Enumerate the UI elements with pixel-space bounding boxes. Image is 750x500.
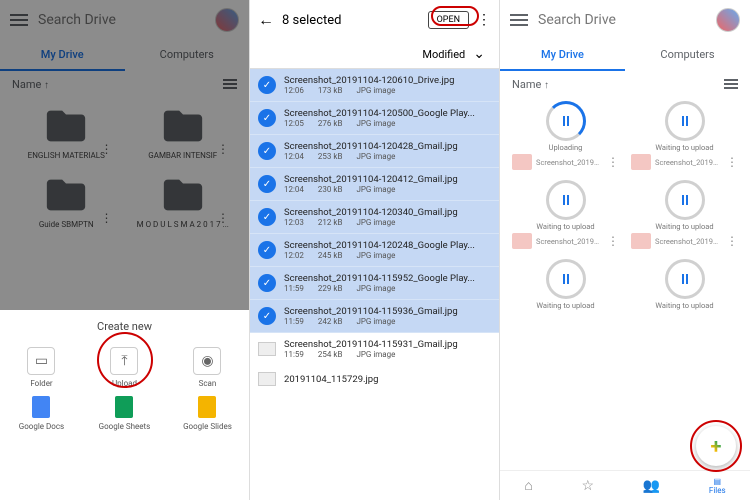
progress-ring <box>665 101 705 141</box>
nav-files-button[interactable]: ▤Files <box>709 477 726 495</box>
file-list: ✓ Screenshot_20191104-120610_Drive.jpg 1… <box>250 69 499 333</box>
more-icon: ⋮ <box>101 142 113 156</box>
file-row[interactable]: Screenshot_20191104-115931_Gmail.jpg 11:… <box>250 333 499 366</box>
file-row[interactable]: ✓ Screenshot_20191104-120412_Gmail.jpg 1… <box>250 168 499 201</box>
tab-my-drive[interactable]: My Drive <box>500 40 625 71</box>
upload-item[interactable]: Waiting to upload Screenshot_20191104-1.… <box>506 176 625 255</box>
search-input[interactable]: Search Drive <box>38 12 205 28</box>
create-docs-button[interactable]: Google Docs <box>0 392 83 435</box>
progress-ring <box>546 101 586 141</box>
nav-home-icon[interactable]: ⌂ <box>524 477 532 494</box>
sheets-icon <box>115 396 133 418</box>
create-slides-button[interactable]: Google Slides <box>166 392 249 435</box>
thumbnail <box>512 154 532 170</box>
tab-computers[interactable]: Computers <box>625 40 750 71</box>
view-toggle-icon[interactable] <box>724 77 738 91</box>
progress-ring <box>665 180 705 220</box>
file-row[interactable]: 20191104_115729.jpg <box>250 366 499 393</box>
upload-item[interactable]: Waiting to upload <box>506 255 625 314</box>
more-icon: ⋮ <box>217 142 229 156</box>
chevron-down-icon[interactable]: ⌄ <box>473 46 485 62</box>
scan-button[interactable]: ◉Scan <box>166 343 249 392</box>
check-icon[interactable]: ✓ <box>258 208 276 226</box>
more-icon[interactable]: ⋮ <box>607 234 619 248</box>
folder-item[interactable]: GAMBAR INTENSIF⋮ <box>125 97 242 166</box>
menu-icon[interactable] <box>510 14 528 26</box>
file-row[interactable]: ✓ Screenshot_20191104-120500_Google Play… <box>250 102 499 135</box>
search-bar[interactable]: Search Drive <box>500 0 750 40</box>
create-sheets-button[interactable]: Google Sheets <box>83 392 166 435</box>
plus-icon: + <box>711 434 722 458</box>
sort-label[interactable]: Modified <box>422 48 465 61</box>
more-icon[interactable]: ⋮ <box>607 155 619 169</box>
folder-grid: ENGLISH MATERIALS⋮ GAMBAR INTENSIF⋮ Guid… <box>0 97 249 235</box>
more-icon: ⋮ <box>101 211 113 225</box>
file-row[interactable]: ✓ Screenshot_20191104-120428_Gmail.jpg 1… <box>250 135 499 168</box>
open-button[interactable]: OPEN <box>428 11 469 29</box>
docs-icon <box>32 396 50 418</box>
search-input[interactable]: Search Drive <box>538 12 706 28</box>
tab-my-drive[interactable]: My Drive <box>0 40 125 71</box>
view-toggle-icon[interactable] <box>223 77 237 91</box>
slides-icon <box>198 396 216 418</box>
bottom-nav: ⌂ ☆ 👥 ▤Files <box>500 470 750 500</box>
file-row[interactable]: ✓ Screenshot_20191104-120248_Google Play… <box>250 234 499 267</box>
sort-label[interactable]: Name ↑ <box>512 78 549 91</box>
check-icon[interactable]: ✓ <box>258 76 276 94</box>
camera-icon: ◉ <box>193 347 221 375</box>
thumbnail <box>258 342 276 356</box>
folder-icon: ▭ <box>27 347 55 375</box>
search-bar[interactable]: Search Drive <box>0 0 249 40</box>
folder-item[interactable]: M O D U L S M A 2 0 1 7 ...⋮ <box>125 166 242 235</box>
create-folder-button[interactable]: ▭Folder <box>0 343 83 392</box>
progress-ring <box>546 259 586 299</box>
fab-create-button[interactable]: + <box>696 426 736 466</box>
tab-computers[interactable]: Computers <box>125 40 250 71</box>
progress-ring <box>665 259 705 299</box>
check-icon[interactable]: ✓ <box>258 307 276 325</box>
selection-count: 8 selected <box>282 13 420 28</box>
more-icon: ⋮ <box>217 211 229 225</box>
thumbnail <box>258 372 276 386</box>
avatar[interactable] <box>215 8 239 32</box>
sort-label[interactable]: Name ↑ <box>12 78 49 91</box>
upload-grid: Uploading Screenshot_20191104-1...⋮ Wait… <box>500 97 750 314</box>
create-new-sheet: Create new ▭Folder ⤒Upload ◉Scan Google … <box>0 310 249 500</box>
file-row[interactable]: ✓ Screenshot_20191104-120340_Gmail.jpg 1… <box>250 201 499 234</box>
check-icon[interactable]: ✓ <box>258 142 276 160</box>
check-icon[interactable]: ✓ <box>258 109 276 127</box>
check-icon[interactable]: ✓ <box>258 175 276 193</box>
file-row[interactable]: ✓ Screenshot_20191104-120610_Drive.jpg 1… <box>250 69 499 102</box>
more-icon[interactable]: ⋮ <box>477 12 491 28</box>
upload-button[interactable]: ⤒Upload <box>83 343 166 392</box>
file-row[interactable]: ✓ Screenshot_20191104-115952_Google Play… <box>250 267 499 300</box>
progress-ring <box>546 180 586 220</box>
file-row[interactable]: ✓ Screenshot_20191104-115936_Gmail.jpg 1… <box>250 300 499 333</box>
upload-item[interactable]: Waiting to upload Screenshot_20191104-1.… <box>625 97 744 176</box>
sheet-title: Create new <box>0 320 249 333</box>
nav-starred-icon[interactable]: ☆ <box>582 478 595 494</box>
folder-item[interactable]: ENGLISH MATERIALS⋮ <box>8 97 125 166</box>
check-icon[interactable]: ✓ <box>258 241 276 259</box>
thumbnail <box>631 154 651 170</box>
nav-shared-icon[interactable]: 👥 <box>643 478 660 494</box>
folder-item[interactable]: Guide SBMPTN⋮ <box>8 166 125 235</box>
upload-icon: ⤒ <box>110 347 138 375</box>
back-icon[interactable]: ← <box>258 10 274 30</box>
upload-item[interactable]: Waiting to upload Screenshot_20191104-1.… <box>625 176 744 255</box>
thumbnail <box>512 233 532 249</box>
avatar[interactable] <box>716 8 740 32</box>
menu-icon[interactable] <box>10 14 28 26</box>
upload-item[interactable]: Uploading Screenshot_20191104-1...⋮ <box>506 97 625 176</box>
thumbnail <box>631 233 651 249</box>
check-icon[interactable]: ✓ <box>258 274 276 292</box>
more-icon[interactable]: ⋮ <box>726 234 738 248</box>
upload-item[interactable]: Waiting to upload <box>625 255 744 314</box>
more-icon[interactable]: ⋮ <box>726 155 738 169</box>
